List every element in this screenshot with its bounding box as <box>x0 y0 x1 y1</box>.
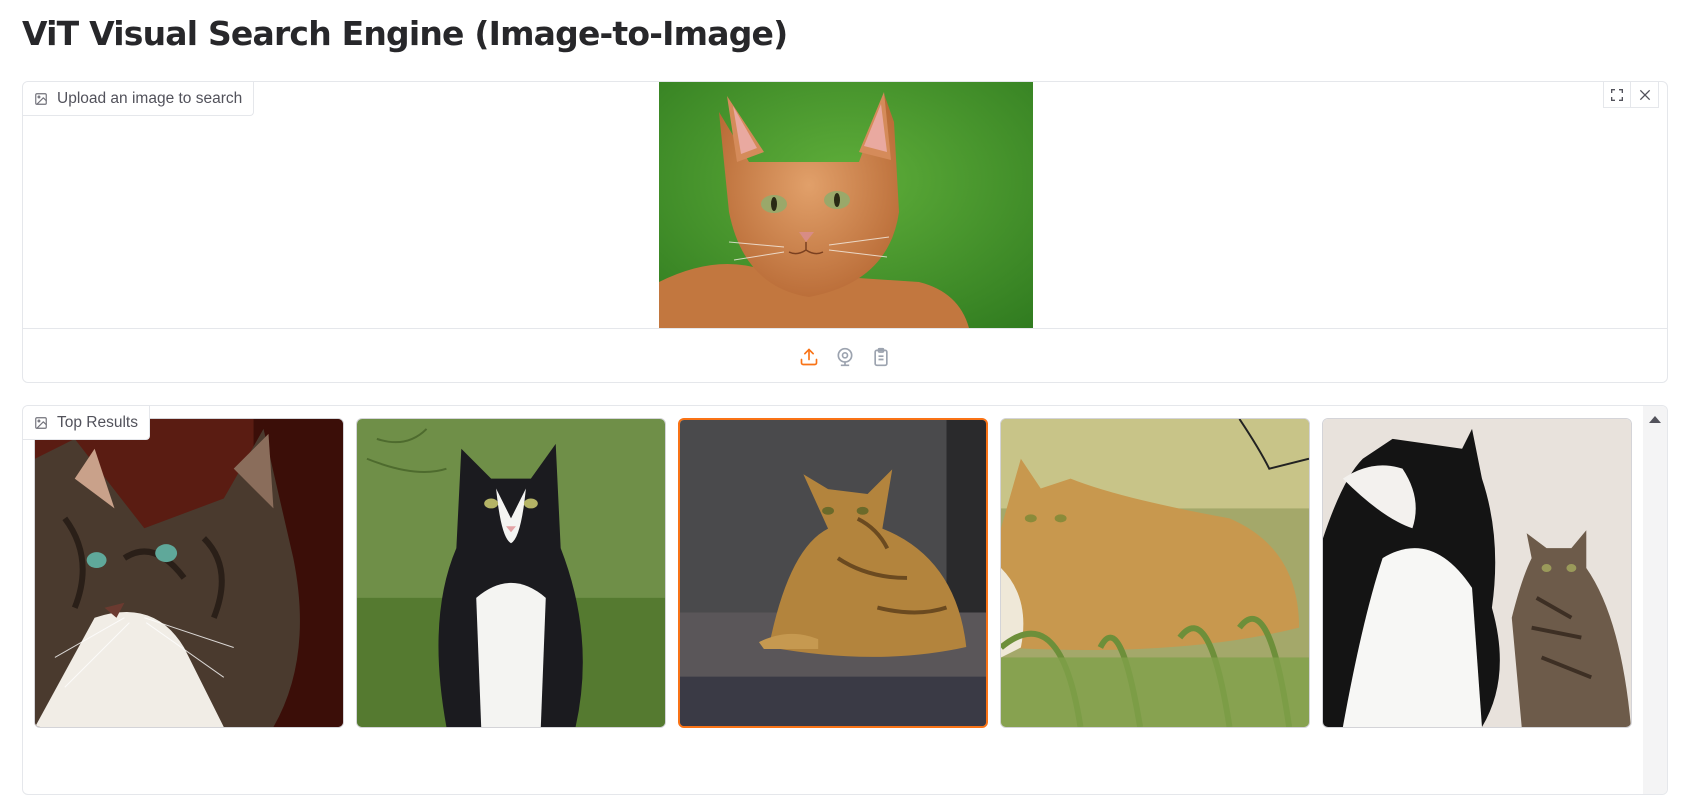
upload-label-text: Upload an image to search <box>57 89 243 107</box>
close-icon[interactable] <box>1631 82 1659 108</box>
gallery-scrollbar[interactable] <box>1643 406 1667 794</box>
results-label-text: Top Results <box>57 413 138 431</box>
result-thumbnail-selected[interactable] <box>678 418 988 728</box>
results-gallery-panel: Top Results <box>22 405 1668 795</box>
result-thumbnail[interactable] <box>1000 418 1310 728</box>
result-thumbnail[interactable] <box>1322 418 1632 728</box>
image-actions <box>1603 82 1659 108</box>
image-source-bar <box>23 328 1667 382</box>
upload-label: Upload an image to search <box>23 82 255 116</box>
uploaded-image-preview <box>659 82 1033 328</box>
webcam-icon[interactable] <box>832 344 858 370</box>
scroll-up-icon[interactable] <box>1646 412 1664 426</box>
page-title: ViT Visual Search Engine (Image-to-Image… <box>22 14 788 53</box>
image-icon <box>34 416 48 430</box>
image-icon <box>34 92 48 106</box>
upload-icon[interactable] <box>796 344 822 370</box>
results-gallery <box>34 418 1632 728</box>
result-thumbnail[interactable] <box>34 418 344 728</box>
result-thumbnail[interactable] <box>356 418 666 728</box>
clipboard-icon[interactable] <box>868 344 894 370</box>
results-label: Top Results <box>23 406 150 440</box>
fullscreen-icon[interactable] <box>1603 82 1631 108</box>
image-upload-panel[interactable]: Upload an image to search <box>22 81 1668 383</box>
